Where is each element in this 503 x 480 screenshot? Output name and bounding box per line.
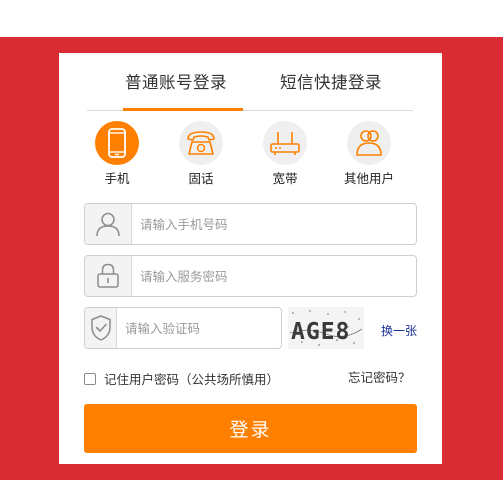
account-type-broadband[interactable]: 宽带: [255, 121, 315, 187]
captcha-text: AGE8: [291, 319, 350, 345]
users-icon: [347, 121, 391, 165]
captcha-field: [84, 307, 282, 349]
user-icon: [85, 204, 132, 244]
router-icon: [263, 121, 307, 165]
account-type-label: 其他用户: [343, 171, 394, 186]
account-type-mobile[interactable]: 手机: [87, 121, 147, 187]
login-panel: 普通账号登录 短信快捷登录 手机 固话 宽带 其他用户 请输入手机号码 请输入验…: [59, 53, 442, 464]
account-type-label: 固话: [188, 171, 214, 186]
password-input[interactable]: [132, 256, 416, 296]
shield-check-icon: [85, 308, 117, 348]
account-type-selector: 手机 固话 宽带 其他用户: [59, 121, 442, 187]
captcha-refresh-link[interactable]: 换一张: [381, 322, 417, 339]
account-type-other[interactable]: 其他用户: [339, 121, 399, 187]
mobile-phone-icon: [95, 121, 139, 165]
account-type-label: 宽带: [272, 171, 298, 186]
tab-account-login[interactable]: 普通账号登录: [125, 69, 227, 93]
phone-field: [84, 203, 417, 245]
account-type-fixed-line[interactable]: 固话: [171, 121, 231, 187]
remember-password[interactable]: 记住用户密码（公共场所慎用）: [84, 369, 279, 388]
captcha-input[interactable]: [117, 308, 281, 348]
telephone-icon: [179, 121, 223, 165]
account-type-label: 手机: [104, 171, 130, 186]
tab-sms-login[interactable]: 短信快捷登录: [280, 69, 382, 93]
active-tab-indicator: [123, 108, 243, 111]
password-field: [84, 255, 417, 297]
phone-input[interactable]: [132, 204, 416, 244]
remember-label: 记住用户密码（公共场所慎用）: [104, 372, 280, 387]
captcha-image[interactable]: AGE8: [288, 307, 364, 349]
login-button[interactable]: 登录: [84, 404, 417, 453]
forgot-password-link[interactable]: 忘记密码？: [348, 367, 411, 386]
login-tabs: 普通账号登录 短信快捷登录: [87, 53, 413, 111]
remember-checkbox[interactable]: [84, 372, 96, 385]
lock-icon: [85, 256, 132, 296]
